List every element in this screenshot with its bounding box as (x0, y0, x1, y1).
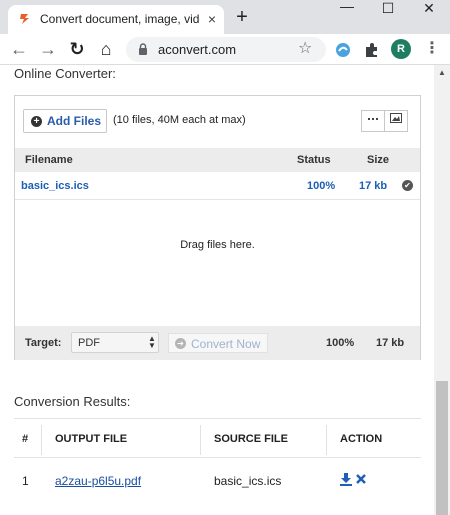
convert-now-button[interactable]: ➔ Convert Now (168, 333, 268, 353)
browser-toolbar: ← → ↻ ⌂ aconvert.com ☆ R ⋮ (0, 34, 450, 65)
converter-toolbar: + Add Files (10 files, 40M each at max) (15, 96, 420, 152)
conversion-results-title: Conversion Results: (14, 394, 131, 409)
add-files-label: Add Files (47, 114, 102, 128)
url-text: aconvert.com (158, 42, 237, 57)
tab-title: Convert document, image, video (40, 12, 200, 26)
select-arrows-icon: ▲ ▼ (148, 334, 156, 350)
aconvert-favicon-icon (20, 14, 29, 24)
column-separator (326, 425, 327, 455)
file-limit-text: (10 files, 40M each at max) (113, 114, 246, 126)
drop-zone[interactable]: Drag files here. (15, 201, 420, 327)
converter-panel: + Add Files (10 files, 40M each at max) … (14, 95, 421, 360)
column-separator (41, 425, 42, 455)
profile-avatar[interactable]: R (391, 39, 411, 59)
footer-status: 100% (326, 337, 355, 349)
check-circle-icon: ✔ (402, 180, 413, 191)
browser-menu-icon[interactable]: ⋮ (424, 39, 440, 59)
browser-tab-bar: Convert document, image, video × + — ☐ ✕ (0, 0, 450, 34)
home-button[interactable]: ⌂ (95, 38, 117, 60)
target-label: Target: (25, 337, 62, 349)
filename-header: Filename (25, 154, 73, 166)
page-scrollbar[interactable]: ▲ (434, 65, 450, 515)
scroll-up-arrow-icon[interactable]: ▲ (434, 65, 450, 81)
address-bar[interactable]: aconvert.com (126, 37, 326, 62)
list-view-icon[interactable] (361, 110, 385, 132)
download-icon[interactable] (340, 472, 352, 486)
tab-close-icon[interactable]: × (204, 11, 220, 27)
convert-now-label: Convert Now (191, 337, 261, 351)
page-viewport: Online Converter: + Add Files (10 files,… (0, 65, 450, 515)
results-table-header: # OUTPUT FILE SOURCE FILE ACTION (14, 418, 421, 458)
browser-tab[interactable]: Convert document, image, video × (8, 5, 224, 34)
size-header: Size (367, 154, 390, 166)
result-num: 1 (22, 474, 29, 488)
results-output-header: OUTPUT FILE (55, 433, 128, 445)
file-size: 17 kb (359, 180, 388, 192)
drop-zone-text: Drag files here. (180, 239, 255, 251)
status-header: Status (297, 154, 331, 166)
results-num-header: # (22, 433, 29, 445)
file-status: 100% (307, 180, 336, 192)
delete-x-icon[interactable] (355, 472, 367, 486)
target-format-select[interactable]: PDF ▲ ▼ (71, 332, 159, 353)
scrollbar-thumb[interactable] (436, 381, 448, 515)
converter-footer: Target: PDF ▲ ▼ ➔ Convert Now 100% 17 kb (15, 326, 420, 360)
footer-size: 17 kb (376, 337, 405, 349)
minimize-button[interactable]: — (327, 0, 367, 18)
plus-circle-icon: + (31, 116, 42, 127)
results-action-header: ACTION (340, 433, 383, 445)
online-converter-title: Online Converter: (14, 66, 116, 81)
lock-icon (139, 43, 147, 55)
results-table: # OUTPUT FILE SOURCE FILE ACTION 1 a2zau… (14, 418, 421, 515)
file-name: basic_ics.ics (21, 180, 89, 192)
convert-arrow-icon: ➔ (175, 338, 186, 349)
column-separator (200, 425, 201, 455)
new-tab-button[interactable]: + (232, 7, 252, 27)
close-window-button[interactable]: ✕ (409, 0, 449, 20)
forward-button[interactable]: → (37, 38, 59, 60)
add-files-button[interactable]: + Add Files (23, 109, 107, 133)
extensions-puzzle-icon[interactable] (363, 41, 381, 59)
extension-blue-icon[interactable] (334, 41, 352, 59)
target-value: PDF (78, 337, 100, 349)
maximize-button[interactable]: ☐ (368, 0, 408, 20)
back-button[interactable]: ← (8, 38, 30, 60)
file-table-header: Filename Status Size (15, 148, 420, 172)
bookmark-star-icon[interactable]: ☆ (298, 39, 312, 59)
results-source-header: SOURCE FILE (214, 433, 288, 445)
reload-button[interactable]: ↻ (66, 38, 88, 60)
output-file-link[interactable]: a2zau-p6l5u.pdf (55, 474, 141, 488)
file-row[interactable]: basic_ics.ics 100% 17 kb ✔ (15, 172, 420, 200)
source-file: basic_ics.ics (214, 474, 282, 488)
results-row: 1 a2zau-p6l5u.pdf basic_ics.ics (14, 459, 421, 505)
thumbnail-view-icon[interactable] (384, 110, 408, 132)
